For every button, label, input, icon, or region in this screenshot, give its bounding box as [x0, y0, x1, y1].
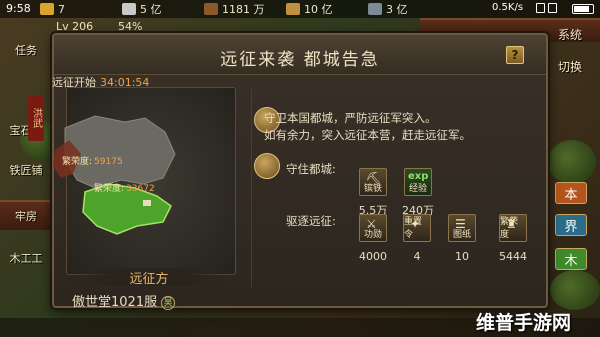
prosperity-value: 33672	[126, 184, 155, 194]
iron-icon: ⛏	[366, 171, 382, 185]
token-icon: ✦	[410, 217, 421, 231]
prosperity-value: 59175	[94, 157, 123, 167]
left-button-carpenter[interactable]: 木工工	[2, 248, 50, 268]
description-line-1: 守卫本国都城，严防远征军突入。	[264, 111, 437, 125]
player-level-percent: 54%	[118, 20, 143, 33]
signal-icons	[536, 3, 557, 13]
reward-merit-item[interactable]: ⚔ 功勋	[359, 214, 387, 242]
silver-icon	[122, 3, 136, 15]
prosperity-1: 繁荣度: 59175	[62, 154, 123, 167]
side-tab-2[interactable]: 界	[555, 214, 587, 236]
server-name: 傲世堂1021服昊	[72, 291, 176, 310]
dialog-title: 远征来袭 都城告急	[220, 50, 380, 70]
server-label: 傲世堂1021服	[72, 295, 158, 310]
scroll-icon: ☰	[455, 217, 466, 231]
camp-marker	[143, 200, 151, 206]
network-speed: 0.5K/s	[492, 2, 524, 13]
reward-blueprint-item[interactable]: ☰ 图纸	[448, 214, 476, 242]
resource-food-value: 10 亿	[304, 3, 333, 16]
iron-icon	[368, 3, 382, 15]
resource-wood-value: 1181 万	[222, 3, 265, 16]
defend-label: 守住都城:	[286, 162, 336, 176]
resource-gold[interactable]: 7	[40, 0, 122, 18]
system-button[interactable]: 系统	[558, 26, 582, 43]
enemy-territory	[64, 115, 176, 189]
prosperity-icon: ♜	[506, 217, 517, 231]
watermark: 维普手游网	[476, 312, 572, 334]
resource-wood[interactable]: 1181 万	[204, 0, 286, 18]
resource-silver-value: 5 亿	[140, 3, 162, 16]
resource-gold-value: 7	[58, 2, 65, 16]
wood-icon	[204, 3, 218, 15]
reward-name: 经验	[408, 184, 427, 194]
side-tab-1[interactable]: 本	[555, 182, 587, 204]
description-line-2: 如有余力，突入远征本营，赶走远征军。	[264, 128, 471, 142]
resource-iron-value: 3 亿	[386, 3, 408, 16]
reward-qty: 10	[455, 250, 469, 263]
battery-icon	[572, 4, 594, 14]
mission-description: 守卫本国都城，严防远征军突入。 如有余力，突入远征本营，赶走远征军。	[264, 110, 471, 144]
resource-food[interactable]: 10 亿	[286, 0, 368, 18]
tree	[548, 140, 596, 184]
left-button-task[interactable]: 任务	[2, 40, 50, 60]
player-level: Lv 206	[56, 20, 94, 33]
exp-icon: exp	[408, 171, 429, 182]
signal-icon	[548, 3, 557, 13]
treasure-chest-icon	[254, 153, 280, 179]
reward-qty: 4000	[359, 250, 387, 263]
reward-exp-item[interactable]: exp 经验	[404, 168, 432, 196]
prosperity-2: 繁荣度: 33672	[94, 181, 155, 194]
prosperity-label: 繁荣度:	[62, 157, 93, 167]
medal-icon: ⚔	[366, 217, 377, 231]
help-button[interactable]: ?	[506, 46, 524, 64]
reward-prosperity-item[interactable]: ♜ 繁荣度	[499, 214, 527, 242]
reward-reset-token-item[interactable]: ✦ 重置令	[403, 214, 431, 242]
resource-bar: 7 5 亿 1181 万 10 亿 3 亿	[40, 0, 450, 18]
expel-label: 驱逐远征:	[286, 214, 336, 228]
reward-qty: 5444	[499, 250, 527, 263]
reward-qty: 4	[413, 250, 421, 263]
status-time: 9:58	[6, 2, 31, 15]
reward-iron-item[interactable]: ⛏ 镔铁	[359, 168, 387, 196]
side-label: 远征方	[64, 268, 234, 287]
divider	[251, 87, 252, 287]
tree	[550, 270, 600, 310]
resource-iron[interactable]: 3 亿	[368, 0, 450, 18]
side-tab-3[interactable]: 木	[555, 248, 587, 270]
gold-icon	[40, 3, 54, 15]
food-icon	[286, 3, 300, 15]
switch-button[interactable]: 切换	[558, 58, 582, 75]
wifi-icon	[536, 3, 545, 13]
server-flag-icon: 昊	[161, 295, 176, 310]
resource-silver[interactable]: 5 亿	[122, 0, 204, 18]
prosperity-label: 繁荣度:	[94, 184, 125, 194]
